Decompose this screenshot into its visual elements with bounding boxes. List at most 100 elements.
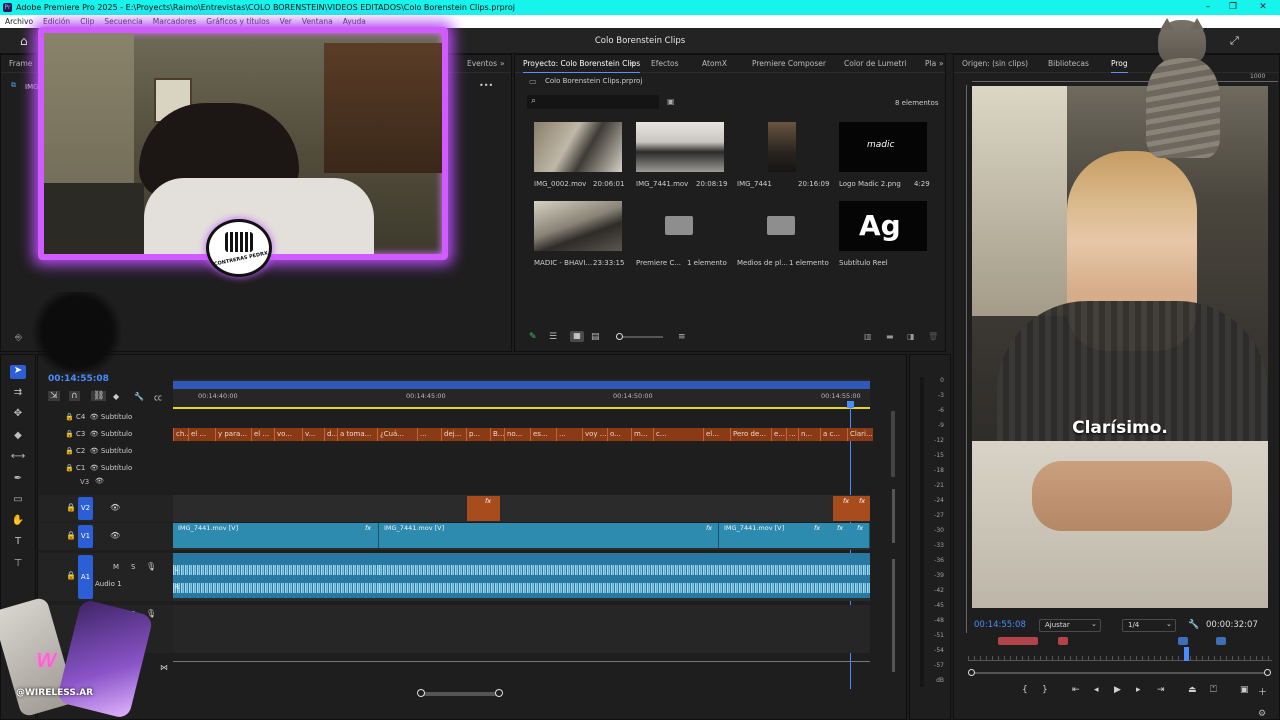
type-tool-icon[interactable]: T xyxy=(10,536,26,550)
caption-clip[interactable]: voy ... xyxy=(582,428,607,441)
razor-tool-icon[interactable]: ◆ xyxy=(10,430,26,444)
export-frame-icon[interactable]: ▣ xyxy=(1240,685,1249,695)
hand-tool-icon[interactable]: ✋ xyxy=(10,515,26,529)
minimize-button[interactable]: – xyxy=(1195,0,1221,15)
mark-in-icon[interactable]: { xyxy=(1022,685,1028,695)
audio-clip[interactable]: LR xyxy=(173,553,379,598)
timeline-timecode[interactable]: 00:14:55:08 xyxy=(48,374,109,384)
thumbnail-img7441[interactable] xyxy=(768,122,796,172)
caption-clip[interactable]: el... xyxy=(703,428,730,441)
thumbnail-logo[interactable]: madic xyxy=(839,122,927,172)
track-select-tool-icon[interactable]: ⇉ xyxy=(10,387,26,401)
track-c4[interactable]: 🔒 C4 👁 Subtítulo xyxy=(65,413,175,421)
marker-icon[interactable] xyxy=(1058,637,1068,645)
work-area-bar[interactable] xyxy=(173,381,870,389)
caption-clip[interactable]: m... xyxy=(631,428,653,441)
mark-out-icon[interactable]: } xyxy=(1042,685,1048,695)
thumbnail-subtitle-graphic[interactable]: Ag xyxy=(839,201,927,251)
program-scrubber[interactable] xyxy=(968,635,1272,661)
scroll-handle[interactable] xyxy=(1264,669,1271,676)
scroll-handle[interactable] xyxy=(495,689,503,697)
caption-clip[interactable]: Pero de... xyxy=(730,428,771,441)
item-name[interactable]: MADIC - BHAVI... xyxy=(534,259,592,267)
vertical-scrollbar[interactable] xyxy=(892,559,895,672)
caption-clip[interactable]: v... xyxy=(302,428,324,441)
tab-atomx[interactable]: AtomX xyxy=(702,59,727,68)
play-icon[interactable]: ▶ xyxy=(1114,685,1121,695)
panel-menu-icon[interactable]: ••• xyxy=(479,81,493,90)
item-name[interactable]: IMG_7441 xyxy=(737,180,772,188)
item-name[interactable]: Medios de pl... xyxy=(737,259,788,267)
tab-programa[interactable]: Prog xyxy=(1111,59,1128,73)
caption-clip[interactable]: ... xyxy=(556,428,582,441)
tab-pla[interactable]: Pla xyxy=(925,59,936,68)
caption-clip[interactable]: es... xyxy=(530,428,556,441)
audio-clip[interactable] xyxy=(379,553,719,598)
item-name[interactable]: IMG_7441.mov xyxy=(636,180,688,188)
solo-button[interactable]: S xyxy=(131,563,135,571)
new-item-icon[interactable]: ◨ xyxy=(907,332,915,341)
pen-tool-icon[interactable]: ✒ xyxy=(10,473,26,487)
adjustment-clip[interactable]: fx xyxy=(855,496,870,521)
track-c2[interactable]: 🔒 C2 👁 Subtítulo xyxy=(65,447,175,455)
step-forward-icon[interactable]: ▸ xyxy=(1136,685,1141,695)
add-button-icon[interactable]: ＋ xyxy=(1258,685,1267,698)
list-view-icon[interactable]: ☰ xyxy=(549,332,557,342)
video-clip[interactable]: IMG_7441.mov [V] fx fx fx xyxy=(719,523,870,548)
tab-menu-icon[interactable]: ≡ xyxy=(629,59,635,68)
ripple-edit-tool-icon[interactable]: ✥ xyxy=(10,408,26,422)
caption-clip[interactable]: p... xyxy=(466,428,490,441)
insert-nest-icon[interactable]: ⇲ xyxy=(48,391,60,401)
track-v2-target[interactable]: V2 xyxy=(78,497,93,520)
slip-tool-icon[interactable]: ⟷ xyxy=(10,451,26,465)
vertical-scrollbar[interactable] xyxy=(892,489,895,543)
rectangle-tool-icon[interactable]: ▭ xyxy=(10,494,26,508)
caption-clip[interactable]: vo... xyxy=(274,428,302,441)
caption-clip[interactable]: no... xyxy=(504,428,530,441)
zoom-slider[interactable] xyxy=(617,336,663,338)
playhead[interactable] xyxy=(1184,647,1189,661)
search-field[interactable]: ⌕ xyxy=(527,95,659,109)
vertical-scrollbar[interactable] xyxy=(891,411,895,477)
caption-clip[interactable]: el ... xyxy=(188,428,215,441)
mute-button[interactable]: M xyxy=(113,563,119,571)
pencil-icon[interactable]: ✎ xyxy=(529,332,537,342)
adjustment-clip[interactable]: fx xyxy=(833,496,855,521)
item-name[interactable]: IMG_0002.mov xyxy=(534,180,586,188)
track-a1-target[interactable]: A1 xyxy=(78,555,93,599)
scroll-handle[interactable] xyxy=(417,689,425,697)
track-v1-target[interactable]: V1 xyxy=(78,525,93,548)
freeform-view-icon[interactable]: ▤ xyxy=(591,332,600,342)
item-name[interactable]: Subtítulo Reel xyxy=(839,259,888,267)
marker-icon[interactable] xyxy=(1216,637,1226,645)
lift-icon[interactable]: ⏏ xyxy=(1188,685,1197,695)
extract-icon[interactable]: ⏍ xyxy=(1210,685,1217,695)
trash-icon[interactable]: 🗑 xyxy=(928,332,938,341)
tabs-overflow-icon[interactable]: » xyxy=(500,59,505,68)
eye-icon[interactable]: 👁 xyxy=(95,477,104,485)
new-bin-from-search-icon[interactable]: ▣ xyxy=(667,97,675,106)
linked-selection-icon[interactable]: ⛓ xyxy=(91,391,107,401)
horizontal-scrollbar[interactable] xyxy=(421,692,499,696)
step-back-icon[interactable]: ◂ xyxy=(1094,685,1099,695)
resolution-dropdown[interactable]: 1/4 ⌄ xyxy=(1122,619,1176,632)
timeline-settings-icon[interactable]: 🔧 xyxy=(134,392,144,401)
tab-eventos[interactable]: Eventos xyxy=(467,59,497,68)
tab-lumetri[interactable]: Color de Lumetri xyxy=(844,59,907,68)
go-to-out-icon[interactable]: ⇥ xyxy=(1157,685,1165,695)
marker-icon[interactable] xyxy=(998,637,1038,645)
folder-icon[interactable] xyxy=(767,216,795,235)
zoom-scrollbar[interactable] xyxy=(970,672,1270,674)
caption-clip[interactable]: ... xyxy=(417,428,441,441)
video-clip[interactable]: IMG_7441.mov [V] fx xyxy=(379,523,719,548)
caption-clip[interactable]: o... xyxy=(607,428,631,441)
marker-icon[interactable] xyxy=(1178,637,1188,645)
eye-icon[interactable]: 👁 xyxy=(110,531,120,540)
lock-icon[interactable]: 🔒 xyxy=(66,531,76,540)
icon-view-icon[interactable]: ▦ xyxy=(570,331,584,342)
menu-archivo[interactable]: Archivo xyxy=(0,15,38,28)
sequence-item[interactable]: IMG xyxy=(25,83,39,91)
adjustment-clip[interactable]: fx xyxy=(467,496,500,521)
caption-clip[interactable]: B... xyxy=(490,428,504,441)
scroll-handle[interactable] xyxy=(968,669,975,676)
